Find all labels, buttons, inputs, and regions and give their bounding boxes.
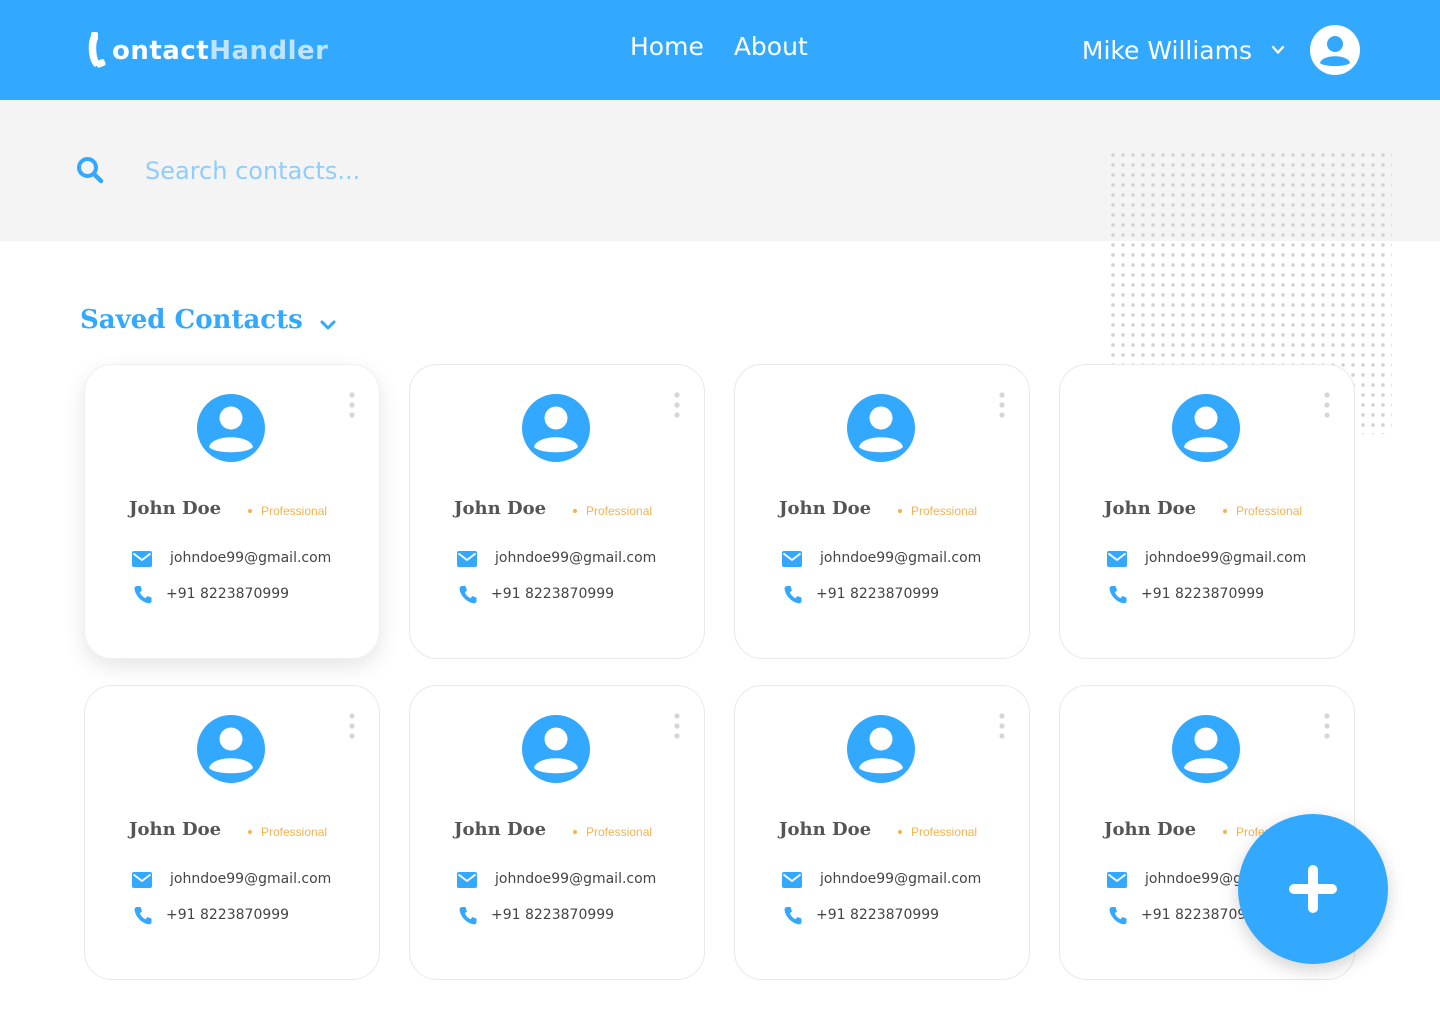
user-avatar-icon (197, 394, 265, 462)
saved-contacts-header[interactable]: Saved Contacts (80, 305, 337, 335)
contact-phone[interactable]: +91 8223870999 (491, 586, 614, 602)
user-avatar-icon (1172, 715, 1240, 783)
envelope-icon (1107, 551, 1127, 567)
contact-card[interactable]: John Doe Professional johndoe99@gmail.co… (409, 685, 705, 980)
contact-email[interactable]: johndoe99@gmail.com (820, 550, 981, 566)
top-navbar: ontactHandler Home About Mike Williams (0, 0, 1440, 100)
envelope-icon (132, 872, 152, 888)
contact-name: John Doe (779, 498, 872, 519)
contact-phone[interactable]: +91 8223870999 (166, 586, 289, 602)
user-menu[interactable]: Mike Williams (1082, 24, 1360, 76)
contact-email[interactable]: johndoe99@gmail.com (495, 550, 656, 566)
contact-email[interactable]: johndoe99@gmail.com (820, 871, 981, 887)
kebab-menu-icon[interactable] (997, 391, 1007, 419)
kebab-menu-icon[interactable] (672, 712, 682, 740)
user-avatar-icon (522, 715, 590, 783)
user-avatar-icon (847, 715, 915, 783)
contact-email[interactable]: johndoe99@gmail.com (495, 871, 656, 887)
contact-card[interactable]: John Doe Professional johndoe99@gmail.co… (409, 364, 705, 659)
contact-phone[interactable]: +91 8223870999 (166, 907, 289, 923)
contact-category-badge: Professional (573, 825, 652, 839)
user-avatar-icon (197, 715, 265, 783)
chevron-down-icon[interactable] (319, 316, 337, 334)
contact-category-badge: Professional (573, 504, 652, 518)
contact-category-badge: Professional (248, 825, 327, 839)
brand-name: ontactHandler (112, 36, 328, 66)
brand-name-part1: ontact (112, 36, 210, 66)
envelope-icon (782, 551, 802, 567)
contact-category-badge: Professional (248, 504, 327, 518)
kebab-menu-icon[interactable] (997, 712, 1007, 740)
brand-name-part2: Handler (209, 36, 329, 66)
contact-card[interactable]: John Doe Professional johndoe99@gmail.co… (84, 685, 380, 980)
contact-name: John Doe (779, 819, 872, 840)
chevron-down-icon[interactable] (1270, 42, 1286, 58)
phone-icon (459, 907, 477, 925)
user-avatar-icon (1172, 394, 1240, 462)
user-name: Mike Williams (1081, 35, 1252, 65)
kebab-menu-icon[interactable] (1322, 712, 1332, 740)
contact-email[interactable]: johndoe99@gmail.com (170, 550, 331, 566)
contact-name: John Doe (1104, 819, 1197, 840)
contact-category-badge: Professional (1223, 504, 1302, 518)
contact-card[interactable]: John Doe Professional johndoe99@gmail.co… (84, 364, 380, 659)
contact-phone[interactable]: +91 8223870999 (1141, 586, 1264, 602)
contact-card[interactable]: John Doe Professional johndoe99@gmail.co… (734, 685, 1030, 980)
contact-phone[interactable]: +91 8223870999 (816, 907, 939, 923)
contact-card[interactable]: John Doe Professional johndoe99@gmail.co… (1059, 364, 1355, 659)
phone-icon (134, 907, 152, 925)
phone-icon (784, 586, 802, 604)
plus-icon (1289, 865, 1337, 913)
main-nav: Home About (630, 32, 808, 61)
contact-name: John Doe (129, 819, 222, 840)
kebab-menu-icon[interactable] (347, 712, 357, 740)
contact-name: John Doe (454, 819, 547, 840)
kebab-menu-icon[interactable] (1322, 391, 1332, 419)
kebab-menu-icon[interactable] (672, 391, 682, 419)
envelope-icon (457, 551, 477, 567)
contact-category-badge: Professional (898, 504, 977, 518)
user-avatar-icon (847, 394, 915, 462)
envelope-icon (132, 551, 152, 567)
contact-name: John Doe (1104, 498, 1197, 519)
contact-name: John Doe (129, 498, 222, 519)
section-title: Saved Contacts (80, 305, 303, 335)
phone-icon (1109, 586, 1127, 604)
envelope-icon (457, 872, 477, 888)
envelope-icon (1107, 872, 1127, 888)
phone-icon (784, 907, 802, 925)
contact-email[interactable]: johndoe99@gmail.com (1145, 550, 1306, 566)
phone-handset-icon (88, 32, 106, 68)
contact-email[interactable]: johndoe99@gmail.com (170, 871, 331, 887)
nav-home-link[interactable]: Home (630, 32, 704, 61)
search-input[interactable] (145, 152, 745, 190)
nav-about-link[interactable]: About (734, 32, 808, 61)
contact-card[interactable]: John Doe Professional johndoe99@gmail.co… (734, 364, 1030, 659)
contact-category-badge: Professional (898, 825, 977, 839)
search-icon[interactable] (76, 156, 104, 184)
kebab-menu-icon[interactable] (347, 391, 357, 419)
user-avatar-icon (522, 394, 590, 462)
contact-phone[interactable]: +91 8223870999 (816, 586, 939, 602)
phone-icon (1109, 907, 1127, 925)
phone-icon (459, 586, 477, 604)
brand-logo[interactable]: ontactHandler (84, 30, 328, 70)
phone-icon (134, 586, 152, 604)
envelope-icon (782, 872, 802, 888)
add-contact-button[interactable] (1238, 814, 1388, 964)
contact-phone[interactable]: +91 8223870999 (491, 907, 614, 923)
user-avatar-icon[interactable] (1310, 25, 1360, 75)
contact-name: John Doe (454, 498, 547, 519)
